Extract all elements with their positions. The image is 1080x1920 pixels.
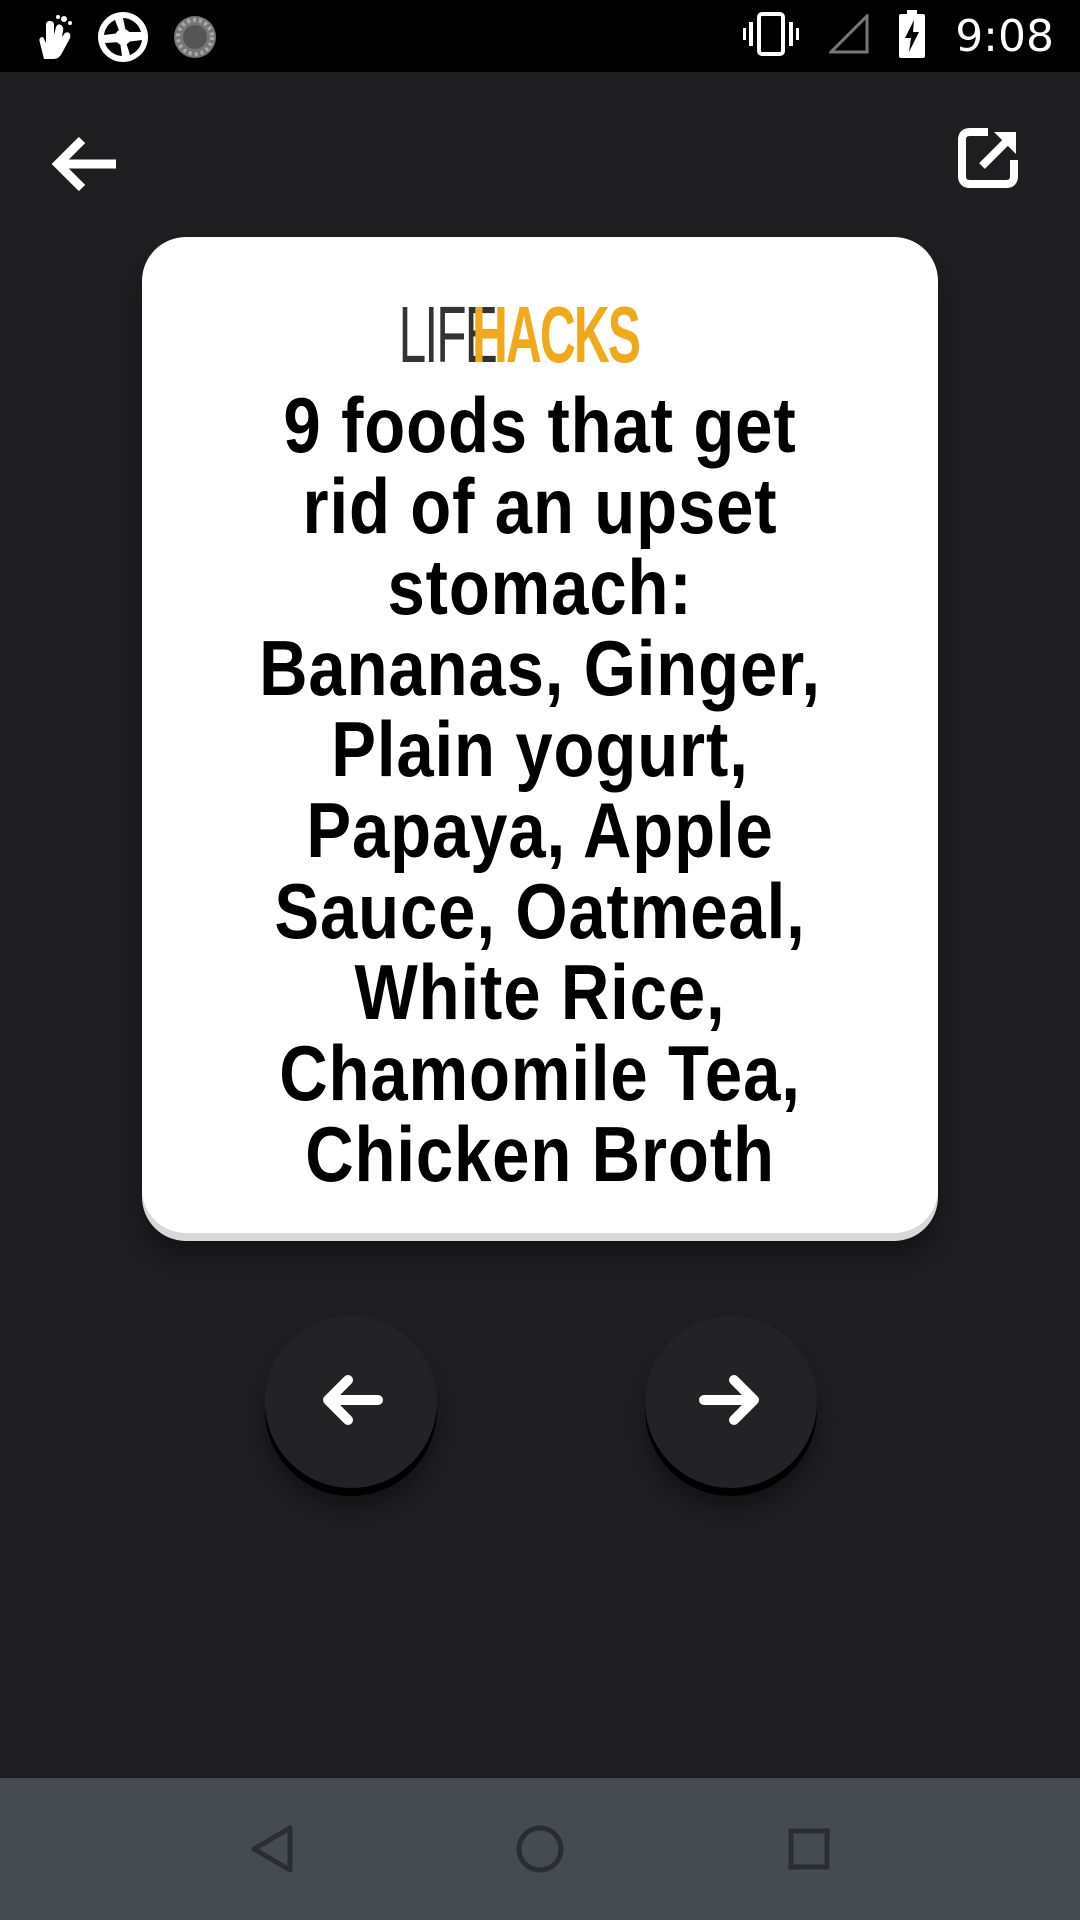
share-button[interactable] [958, 126, 1034, 202]
fact-text: 9 foods that get rid of an upset stomach… [259, 381, 821, 1198]
nav-back-icon [228, 1825, 314, 1896]
share-external-icon [958, 128, 1022, 194]
gesture-icon [34, 13, 74, 66]
battery-charging-icon [899, 9, 926, 63]
brand-hacks: HACKS [471, 290, 641, 379]
status-time: 9:08 [955, 10, 1054, 62]
nav-home-button[interactable] [497, 1806, 583, 1892]
status-right-icons: 9:08 [743, 0, 1054, 72]
previous-button[interactable] [265, 1316, 437, 1488]
system-nav-bar [0, 1778, 1080, 1920]
arrow-left-icon [318, 1372, 384, 1433]
top-action-bar [0, 72, 1080, 252]
status-left-icons [34, 10, 218, 69]
nav-home-icon [497, 1825, 583, 1896]
shutter-app-icon [96, 10, 150, 69]
back-button[interactable] [50, 132, 130, 212]
loading-spinner-icon [172, 14, 218, 65]
nav-back-button[interactable] [228, 1806, 314, 1892]
life-hack-card: LIFE HACKS 9 foods that get rid of an up… [142, 237, 938, 1233]
nav-recents-button[interactable] [766, 1806, 852, 1892]
nav-recents-icon [766, 1828, 852, 1896]
next-button[interactable] [645, 1316, 817, 1488]
life-hacks-logo: LIFE HACKS [339, 293, 741, 377]
app-screen: 9:08 LIFE HACKS 9 foods that get rid of … [0, 0, 1080, 1920]
vibrate-icon [743, 10, 800, 63]
arrow-right-icon [698, 1372, 764, 1433]
signal-icon [827, 11, 869, 59]
status-bar: 9:08 [0, 0, 1080, 72]
arrow-left-icon [50, 136, 122, 200]
